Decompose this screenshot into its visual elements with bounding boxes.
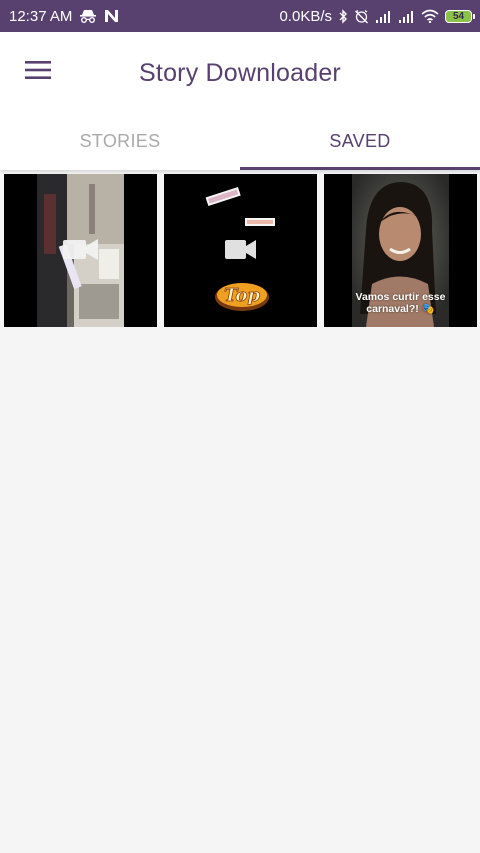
top-sticker-text: Top	[224, 285, 260, 306]
thumbnail-image: Top	[164, 174, 317, 327]
alarm-off-icon	[354, 9, 369, 24]
saved-item[interactable]: Vamos curtir esse carnaval?! 🎭	[324, 174, 477, 327]
tab-bar: STORIES SAVED	[0, 112, 480, 170]
tab-stories-label: STORIES	[79, 130, 161, 151]
top-sticker: Top	[215, 283, 269, 311]
signal-icon	[398, 10, 415, 23]
story-caption-line: Vamos curtir esse	[355, 291, 446, 303]
battery-level: 54	[452, 10, 465, 22]
signal-icon	[375, 10, 392, 23]
tab-stories[interactable]: STORIES	[0, 112, 240, 170]
thumbnail-image	[4, 174, 157, 327]
bluetooth-icon	[338, 8, 348, 24]
story-caption-line: carnaval?! 🎭	[366, 303, 435, 315]
battery-icon: 54	[445, 9, 475, 23]
tab-saved[interactable]: SAVED	[240, 112, 480, 170]
saved-item[interactable]	[4, 174, 157, 327]
story-caption: Vamos curtir esse carnaval?! 🎭	[324, 291, 477, 315]
video-camera-icon	[225, 240, 256, 259]
wifi-icon	[421, 9, 439, 23]
incognito-icon	[79, 9, 97, 23]
status-time: 12:37 AM	[9, 7, 73, 25]
saved-grid: Top Vamos curtir esse carnaval?! 🎭	[4, 174, 477, 327]
video-camera-icon	[63, 239, 98, 260]
saved-item[interactable]: Top	[164, 174, 317, 327]
status-bar: 12:37 AM 0.0KB/s 54	[0, 0, 480, 32]
app-title: Story Downloader	[139, 59, 341, 87]
network-speed: 0.0KB/s	[279, 7, 332, 25]
app-bar: Story Downloader	[0, 32, 480, 112]
tab-saved-label: SAVED	[329, 130, 391, 151]
n-app-icon	[104, 9, 119, 23]
